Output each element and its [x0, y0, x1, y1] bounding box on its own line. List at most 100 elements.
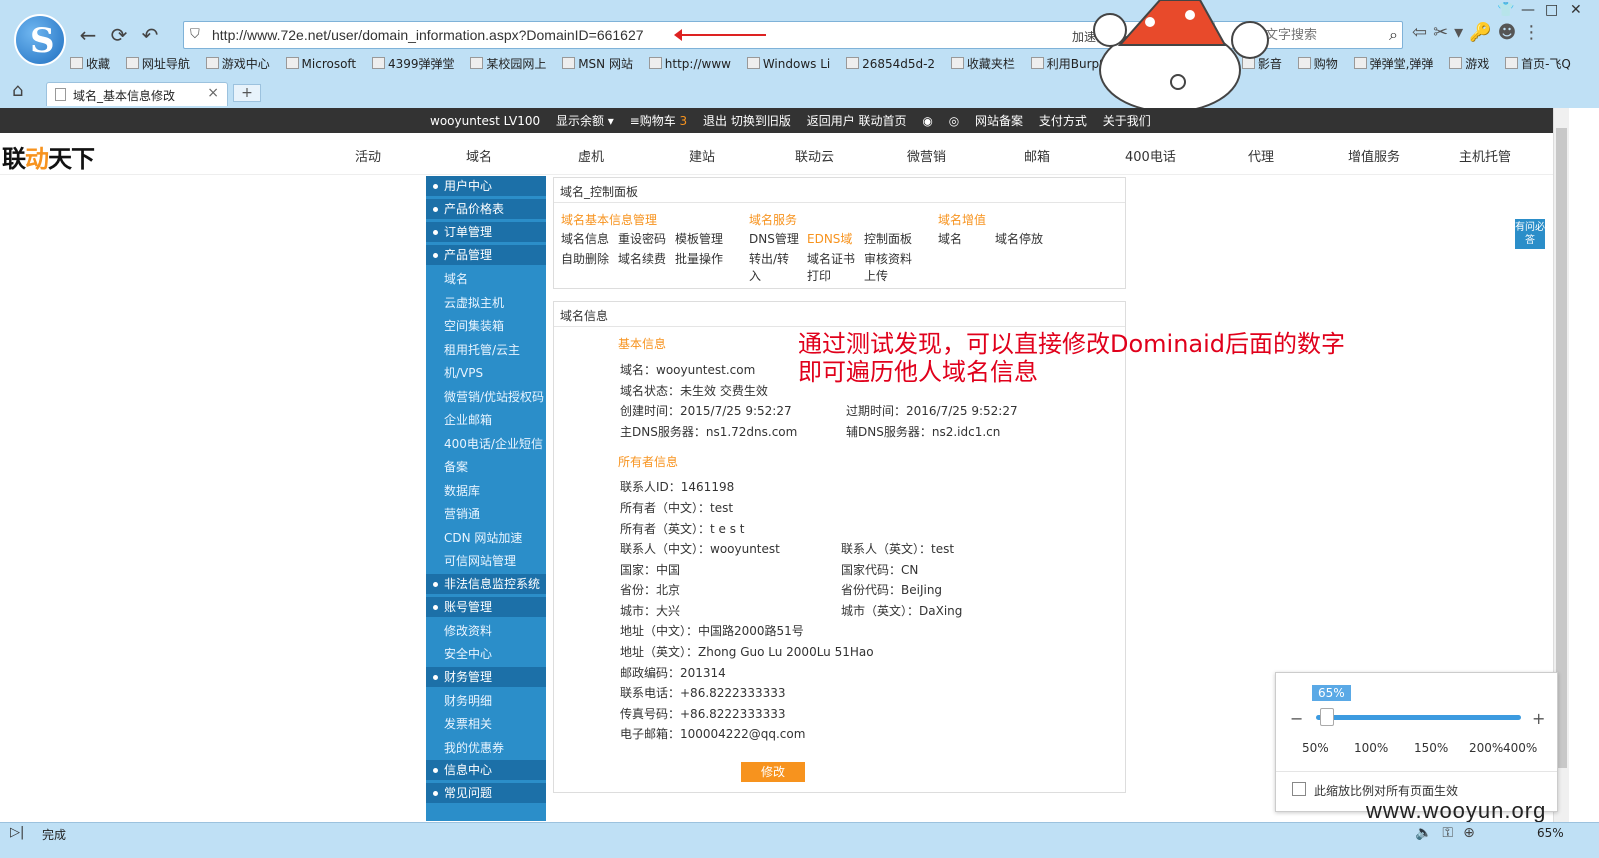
home-link[interactable]: 联动首页 [859, 112, 907, 129]
sidebar-head-monitoring[interactable]: 非法信息监控系统 [426, 573, 546, 594]
link-domain-info[interactable]: 域名信息 [561, 230, 609, 247]
payment-link[interactable]: 支付方式 [1039, 112, 1087, 129]
link-edns[interactable]: EDNS域 [807, 230, 852, 247]
nav-vhost[interactable]: 虚机 [578, 146, 604, 165]
zoom-slider-track[interactable] [1316, 715, 1521, 720]
link-self-delete[interactable]: 自助删除 [561, 250, 609, 267]
wechat-icon[interactable]: ◉ [922, 114, 932, 128]
logout-link[interactable]: 退出 [703, 112, 727, 129]
tab-close-icon[interactable]: × [207, 85, 219, 101]
sidebar-item-marketing[interactable]: 营销通 [426, 503, 546, 527]
bookmark-item[interactable]: 弹弹堂,弹弹 [1353, 55, 1433, 72]
show-balance[interactable]: 显示余额 ▾ [556, 112, 614, 129]
link-print[interactable]: 打印 [807, 267, 831, 284]
link-template[interactable]: 模板管理 [675, 230, 723, 247]
sidebar-item-database[interactable]: 数据库 [426, 480, 546, 504]
sidebar-item-cloud-host[interactable]: 云虚拟主机 [426, 292, 546, 316]
minimize-icon[interactable]: — [1521, 2, 1535, 18]
bookmark-item[interactable]: 26854d5d-2 [846, 57, 935, 71]
address-bar[interactable]: ⛉ http://www.72e.net/user/domain_informa… [183, 21, 1404, 49]
sidebar-item-edit-profile[interactable]: 修改资料 [426, 620, 546, 644]
bookmark-item[interactable]: 网址导航 [125, 55, 190, 72]
sidebar-item-space-container[interactable]: 空间集装箱 [426, 315, 546, 339]
nav-activity[interactable]: 活动 [355, 146, 381, 165]
speaker-icon[interactable]: 🔈⚿⊕ [1415, 825, 1485, 841]
link-transfer-in[interactable]: 入 [749, 267, 761, 284]
sidebar-head-faq[interactable]: 常见问题 [426, 783, 546, 803]
sidebar-item-domain[interactable]: 域名 [426, 268, 546, 292]
sidebar-item-vps[interactable]: 机/VPS [426, 362, 546, 386]
play-icon[interactable]: ▷| [10, 825, 24, 840]
maximize-icon[interactable]: □ [1545, 2, 1558, 18]
sidebar-head-user-center[interactable]: 用户中心 [426, 176, 546, 196]
sidebar-item-wechat-auth[interactable]: 微营销/优站授权码 [426, 386, 546, 410]
zoom-label-400[interactable]: 400% [1503, 741, 1537, 755]
sidebar-head-account[interactable]: 账号管理 [426, 596, 546, 617]
bookmark-item[interactable]: 利用BurpSu [1030, 55, 1114, 72]
bookmark-item[interactable]: 4399弹弹堂 [371, 55, 455, 72]
link-upload[interactable]: 上传 [864, 267, 888, 284]
search-input[interactable] [1214, 22, 1404, 48]
nav-domain[interactable]: 域名 [466, 146, 492, 165]
bookmark-item[interactable]: MSN 网站 [562, 55, 633, 72]
browser-logo[interactable]: S [14, 14, 66, 66]
site-logo[interactable]: 联动天下 [2, 139, 95, 174]
weibo-icon[interactable]: ◎ [949, 114, 959, 128]
old-version-link[interactable]: 切换到旧版 [731, 112, 791, 129]
sidebar-item-trusted-site[interactable]: 可信网站管理 [426, 550, 546, 574]
link-certificate[interactable]: 域名证书 [807, 250, 855, 267]
bookmark-item[interactable]: 游戏 [1449, 55, 1489, 72]
cart-link[interactable]: ≡购物车 3 [630, 112, 688, 129]
back-user-link[interactable]: 返回用户 [807, 112, 855, 129]
undo-icon[interactable]: ↶ [137, 22, 163, 48]
bookmark-item[interactable]: 购物 [1297, 55, 1338, 72]
zoom-status[interactable]: 65% [1537, 826, 1564, 840]
apply-all-checkbox[interactable] [1292, 782, 1306, 796]
bookmark-item[interactable]: 影音 [1241, 55, 1282, 72]
bookmark-item[interactable]: 收藏 [70, 55, 110, 72]
link-transfer[interactable]: 转出/转 [749, 250, 789, 267]
link-dns[interactable]: DNS管理 [749, 230, 799, 247]
sidebar-head-messages[interactable]: 信息中心 [426, 760, 546, 780]
back-icon[interactable]: ← [75, 22, 101, 48]
sidebar-item-finance-detail[interactable]: 财务明细 [426, 690, 546, 714]
home-icon[interactable]: ⌂ [12, 80, 23, 101]
refresh-icon[interactable]: ⟳ [106, 22, 132, 48]
new-tab-button[interactable]: + [233, 84, 261, 102]
modify-button[interactable]: 修改 [741, 762, 805, 782]
zoom-slider-handle[interactable] [1320, 708, 1334, 726]
about-link[interactable]: 关于我们 [1103, 112, 1151, 129]
link-audit[interactable]: 审核资料 [864, 250, 912, 267]
bookmark-item[interactable]: Microsoft [285, 57, 356, 71]
nav-mail[interactable]: 邮箱 [1024, 146, 1050, 165]
sidebar-head-orders[interactable]: 订单管理 [426, 222, 546, 242]
sidebar-item-icp[interactable]: 备案 [426, 456, 546, 480]
bookmark-item[interactable]: http://www [648, 57, 731, 71]
link-control-panel[interactable]: 控制面板 [864, 230, 912, 247]
bookmark-item[interactable]: 某校园网上 [470, 55, 546, 72]
link-renew[interactable]: 域名续费 [618, 250, 666, 267]
sidebar-item-coupons[interactable]: 我的优惠券 [426, 737, 546, 761]
link-domain[interactable]: 域名 [938, 230, 962, 247]
sidebar-head-price-list[interactable]: 产品价格表 [426, 199, 546, 219]
zoom-label-100[interactable]: 100% [1354, 741, 1388, 755]
icp-link[interactable]: 网站备案 [975, 112, 1023, 129]
nav-website[interactable]: 建站 [689, 146, 715, 165]
bookmark-item[interactable]: 社区 [1186, 55, 1226, 72]
bookmark-item[interactable]: 首页-飞Q [1505, 55, 1571, 72]
sidebar-item-invoice[interactable]: 发票相关 [426, 713, 546, 737]
nav-agent[interactable]: 代理 [1248, 146, 1274, 165]
sidebar-head-products[interactable]: 产品管理 [426, 245, 546, 265]
link-parking[interactable]: 域名停放 [995, 230, 1043, 247]
bookmark-item[interactable]: Windows Li [746, 57, 830, 71]
zoom-label-200[interactable]: 200% [1469, 741, 1503, 755]
link-batch[interactable]: 批量操作 [675, 250, 723, 267]
star-icon[interactable]: ⚡ ☆ ▾ [1142, 25, 1186, 44]
bookmark-item[interactable]: 收藏夹栏 [950, 55, 1015, 72]
sidebar-item-cdn[interactable]: CDN 网站加速 [426, 527, 546, 551]
sidebar-item-400-sms[interactable]: 400电话/企业短信 [426, 433, 546, 457]
bookmark-item[interactable]: 游戏中心 [205, 55, 270, 72]
zoom-label-50[interactable]: 50% [1302, 741, 1329, 755]
nav-400[interactable]: 400电话 [1125, 146, 1176, 165]
url-text[interactable]: http://www.72e.net/user/domain_informati… [212, 27, 644, 43]
